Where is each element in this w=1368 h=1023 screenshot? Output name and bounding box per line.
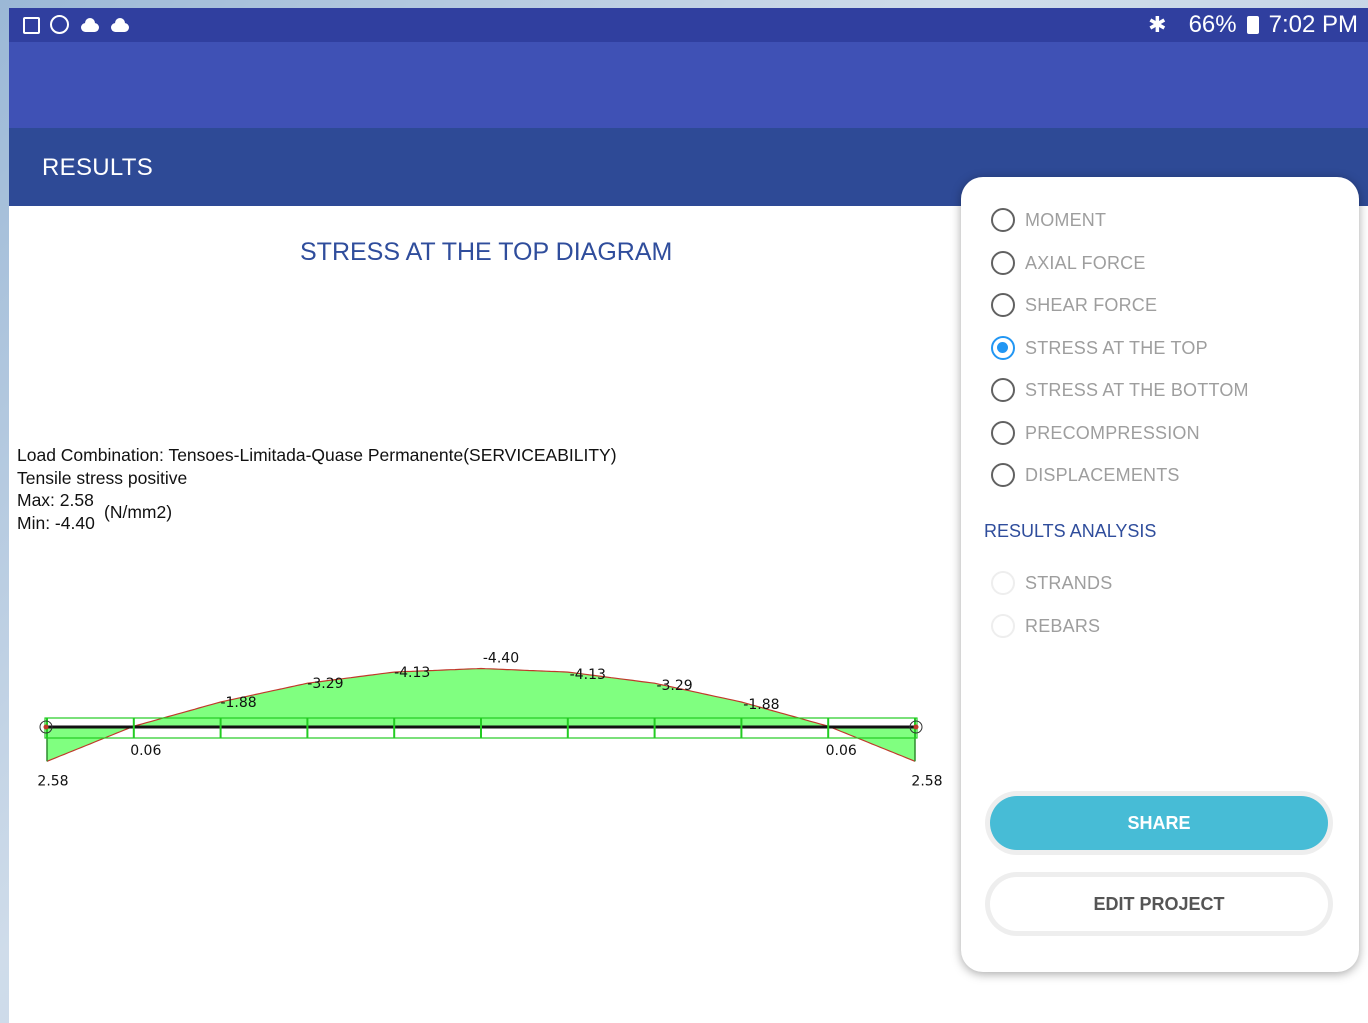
radio-unchecked-icon[interactable]: [991, 378, 1015, 402]
option-shear-force[interactable]: SHEAR FORCE: [991, 290, 1157, 320]
value-label: -4.13: [394, 665, 430, 681]
option-label: PRECOMPRESSION: [1025, 422, 1200, 443]
option-label: DISPLACEMENTS: [1025, 464, 1180, 485]
value-label: -4.40: [483, 650, 519, 666]
value-label: -3.29: [307, 676, 343, 692]
option-label: SHEAR FORCE: [1025, 294, 1158, 315]
radio-checked-icon[interactable]: [991, 336, 1015, 360]
option-moment[interactable]: MOMENT: [991, 205, 1106, 235]
status-right: ✱ 66% 7:02 PM: [1148, 11, 1358, 39]
diagram-title: STRESS AT THE TOP DIAGRAM: [300, 238, 673, 266]
radio-unchecked-icon[interactable]: [991, 251, 1015, 275]
stress-area: [47, 668, 915, 762]
clock-time: 7:02 PM: [1268, 11, 1358, 38]
option-label: REBARS: [1025, 615, 1101, 636]
support-node: [913, 724, 919, 730]
edit-project-button[interactable]: EDIT PROJECT: [985, 872, 1333, 936]
option-displacements[interactable]: DISPLACEMENTS: [991, 460, 1180, 490]
radio-unchecked-icon[interactable]: [991, 421, 1015, 445]
cloud-icon: [109, 15, 129, 35]
option-label: AXIAL FORCE: [1025, 252, 1146, 273]
image-icon: [23, 17, 40, 34]
diagram-info: Load Combination: Tensoes-Limitada-Quase…: [17, 444, 617, 534]
app-bar: [9, 42, 1368, 128]
option-rebars[interactable]: REBARS: [991, 611, 1100, 641]
battery-icon: [1246, 16, 1259, 34]
option-stress-at-the-top[interactable]: STRESS AT THE TOP: [991, 333, 1208, 363]
option-strands[interactable]: STRANDS: [991, 568, 1112, 598]
value-label: 0.06: [130, 743, 161, 759]
chart-layer: 2.58 0.06 -1.88 -3.29 -4.13 -4.40 -4.13 -3.29 -1…: [37, 650, 942, 789]
option-label: MOMENT: [1025, 209, 1107, 230]
value-label: 0.06: [826, 743, 857, 759]
radio-unchecked-icon[interactable]: [991, 208, 1015, 232]
battery-percent: 66%: [1188, 11, 1237, 38]
results-analysis-heading: RESULTS ANALYSIS: [984, 521, 1157, 541]
share-button-label: SHARE: [990, 796, 1328, 850]
page-title: RESULTS: [42, 154, 154, 181]
options-panel: MOMENT AXIAL FORCE SHEAR FORCE STRESS AT TH…: [961, 177, 1359, 972]
option-label: STRESS AT THE BOTTOM: [1025, 379, 1249, 400]
unit-label: (N/mm2): [104, 502, 173, 522]
value-label: 2.58: [911, 773, 942, 789]
bluetooth-icon: ✱: [1148, 12, 1167, 37]
share-button[interactable]: SHARE: [985, 791, 1333, 855]
value-label: 2.58: [37, 773, 68, 789]
value-label: -4.13: [570, 667, 606, 683]
notification-icons: [23, 15, 129, 35]
clock-icon: [50, 15, 69, 34]
value-label: -1.88: [743, 697, 779, 713]
sign-convention: Tensile stress positive: [17, 467, 188, 488]
option-precompression[interactable]: PRECOMPRESSION: [991, 418, 1200, 448]
radio-disabled-icon[interactable]: [991, 571, 1015, 595]
load-combination: Load Combination: Tensoes-Limitada-Quase…: [17, 445, 617, 465]
support-node: [43, 724, 49, 730]
status-bar: ✱ 66% 7:02 PM: [9, 8, 1368, 42]
radio-disabled-icon[interactable]: [991, 614, 1015, 638]
radio-unchecked-icon[interactable]: [991, 293, 1015, 317]
app-window: ✱ 66% 7:02 PM RESULTS STRESS AT THE TOP …: [9, 8, 1368, 1023]
option-axial-force[interactable]: AXIAL FORCE: [991, 248, 1146, 278]
value-label: -1.88: [220, 695, 256, 711]
radio-unchecked-icon[interactable]: [991, 463, 1015, 487]
cloud-icon: [79, 15, 99, 35]
value-label: -3.29: [656, 678, 692, 694]
edit-project-button-label: EDIT PROJECT: [990, 877, 1328, 931]
option-stress-at-the-bottom[interactable]: STRESS AT THE BOTTOM: [991, 375, 1249, 405]
stress-diagram: 2.58 0.06 -1.88 -3.29 -4.13 -4.40 -4.13 -3.29 -1…: [37, 650, 942, 789]
option-label: STRANDS: [1025, 572, 1113, 593]
option-label: STRESS AT THE TOP: [1025, 337, 1208, 358]
